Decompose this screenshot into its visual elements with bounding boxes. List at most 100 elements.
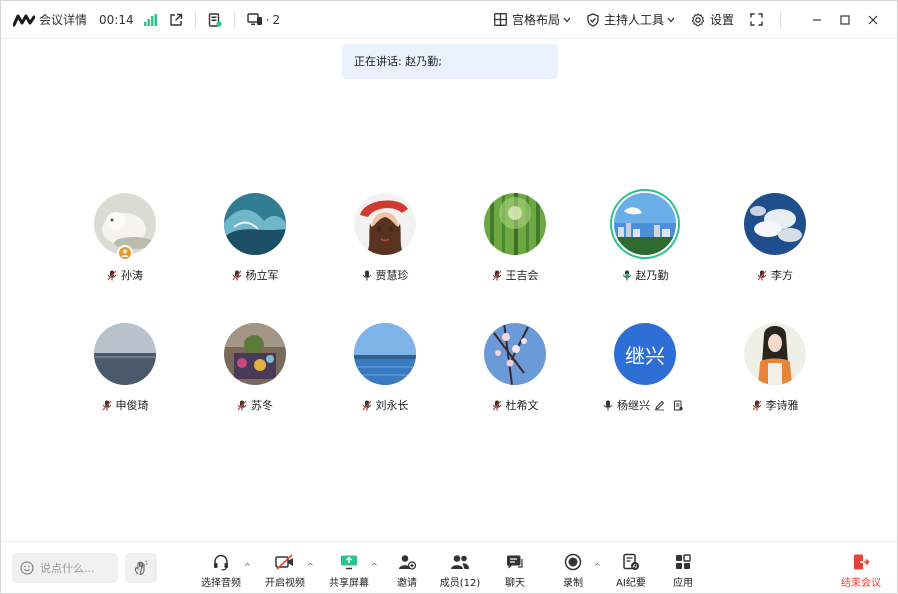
ai-notes-label: AI纪要 [616, 578, 646, 589]
avatar [484, 323, 546, 385]
participant-name: 赵乃勤 [635, 269, 669, 282]
participant-name-row: 李诗雅 [715, 397, 835, 413]
share-options-caret-icon[interactable]: ^ [371, 562, 378, 571]
raise-hand-icon [134, 560, 148, 576]
mic-muted-icon [752, 400, 761, 410]
video-options-caret-icon[interactable]: ^ [307, 562, 314, 571]
participant-name-row: 李方 [715, 267, 835, 283]
members-icon [451, 555, 469, 569]
apps-grid-icon [676, 554, 691, 569]
avatar [224, 323, 286, 385]
members-label: 成员(12) [439, 578, 481, 589]
participant-name-row: 杨继兴 [585, 397, 705, 413]
quick-chat-input[interactable] [40, 561, 110, 575]
avatar-wrapper: 继兴 [614, 323, 676, 385]
chat-label: 聊天 [505, 578, 525, 589]
exit-door-icon [854, 554, 870, 570]
audio-button[interactable]: 选择音频 [197, 552, 245, 589]
participant-tile[interactable]: 孙涛 [65, 193, 185, 303]
participant-tile[interactable]: 苏冬 [195, 323, 315, 433]
mic-muted-icon [232, 270, 241, 280]
camera-off-icon [275, 554, 293, 570]
participant-tile[interactable]: 继兴 杨继兴 [585, 323, 705, 433]
avatar-wrapper [354, 193, 416, 255]
audio-label: 选择音频 [201, 578, 241, 589]
participant-tile[interactable]: 申俊琦 [65, 323, 185, 433]
participant-tile[interactable]: 李方 [715, 193, 835, 303]
invite-button[interactable]: 邀请 [389, 552, 425, 589]
avatar [744, 323, 806, 385]
share-screen-button[interactable]: 共享屏幕 [325, 552, 373, 589]
document-icon [674, 400, 683, 410]
chat-button[interactable]: 聊天 [497, 552, 533, 589]
participant-name: 王吉会 [505, 269, 539, 282]
bottom-toolbar: 选择音频 ^ 开启视频 ^ 共享屏幕 ^ 邀请 成员(12) 聊天 录制 ^ A… [1, 541, 897, 593]
avatar-wrapper [224, 323, 286, 385]
mic-muted-icon [362, 400, 371, 410]
participant-tile[interactable]: 杨立军 [195, 193, 315, 303]
mic-muted-icon [237, 400, 247, 410]
avatar-wrapper [484, 193, 546, 255]
participant-name-row: 杨立军 [195, 267, 315, 283]
participant-name: 苏冬 [251, 399, 273, 412]
video-label: 开启视频 [265, 578, 305, 589]
avatar-wrapper [94, 323, 156, 385]
raise-hand-button[interactable] [125, 553, 157, 583]
members-button[interactable]: 成员(12) [437, 552, 483, 589]
svg-text:AI: AI [633, 564, 638, 570]
mic-muted-icon [107, 270, 117, 280]
avatar [744, 193, 806, 255]
user-icon [121, 249, 129, 257]
participant-name-row: 贾慧珍 [325, 267, 445, 283]
participant-name: 申俊琦 [115, 399, 149, 412]
avatar [354, 193, 416, 255]
avatar [614, 193, 676, 255]
quick-chat-box[interactable] [12, 553, 118, 583]
participant-name-row: 刘永长 [325, 397, 445, 413]
participant-tile[interactable]: 贾慧珍 [325, 193, 445, 303]
record-button[interactable]: 录制 [555, 552, 591, 589]
chat-bubble-icon [507, 555, 523, 569]
emoji-icon[interactable] [20, 561, 34, 575]
end-meeting-button[interactable]: 结束会议 [835, 552, 887, 589]
share-label: 共享屏幕 [329, 578, 369, 589]
participant-name: 孙涛 [121, 269, 143, 282]
invite-label: 邀请 [397, 578, 417, 589]
mic-muted-icon [102, 400, 111, 410]
pen-icon [655, 400, 665, 410]
participant-name: 李诗雅 [765, 399, 799, 412]
ai-notes-button[interactable]: AI AI纪要 [611, 552, 651, 589]
participant-name-row: 杜希文 [455, 397, 575, 413]
participant-tile[interactable]: 刘永长 [325, 323, 445, 433]
participant-tile[interactable]: 李诗雅 [715, 323, 835, 433]
avatar-wrapper [744, 323, 806, 385]
mic-muted-icon [492, 400, 501, 410]
video-button[interactable]: 开启视频 [261, 552, 309, 589]
participant-tile-active-speaker[interactable]: 赵乃勤 [585, 193, 705, 303]
apps-button[interactable]: 应用 [665, 552, 701, 589]
avatar-wrapper [354, 323, 416, 385]
participant-tile[interactable]: 杜希文 [455, 323, 575, 433]
avatar-wrapper [224, 193, 286, 255]
mic-icon [604, 400, 612, 410]
avatar-wrapper [484, 323, 546, 385]
avatar-wrapper [614, 193, 676, 255]
audio-options-caret-icon[interactable]: ^ [244, 562, 251, 571]
mic-muted-icon [492, 270, 501, 280]
participant-name: 刘永长 [375, 399, 409, 412]
record-icon [564, 553, 582, 571]
participant-name-row: 王吉会 [455, 267, 575, 283]
participant-name-row: 申俊琦 [65, 397, 185, 413]
avatar [484, 193, 546, 255]
record-options-caret-icon[interactable]: ^ [594, 562, 601, 571]
headset-icon [214, 554, 228, 571]
avatar [354, 323, 416, 385]
mic-muted-icon [757, 270, 767, 280]
participant-tile[interactable]: 王吉会 [455, 193, 575, 303]
ai-notes-icon: AI [623, 553, 639, 570]
mic-speaking-icon [622, 270, 631, 280]
avatar-initials: 继兴 [614, 323, 676, 385]
avatar-wrapper [94, 193, 156, 261]
participant-name-row: 孙涛 [65, 267, 185, 283]
participant-name: 杜希文 [505, 399, 539, 412]
